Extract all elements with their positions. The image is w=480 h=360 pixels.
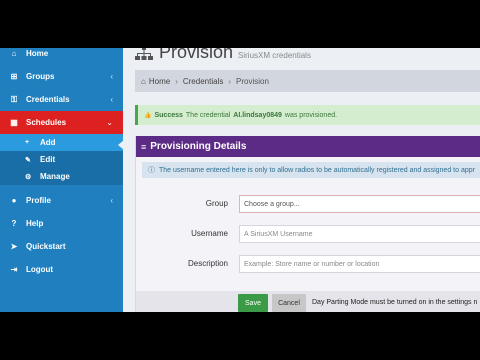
sidebar-item-schedules[interactable]: ▦ Schedules ⌄ xyxy=(0,111,123,134)
app-frame: ⌂ Home ⊞ Groups ‹ ⚿ Credentials ‹ ▦ Sche… xyxy=(0,48,480,312)
username-label: Username xyxy=(191,229,228,238)
sidebar-item-label: Logout xyxy=(26,265,54,274)
sidebar-item-profile[interactable]: ● Profile ‹ xyxy=(0,189,123,212)
chevron-down-icon: ⌄ xyxy=(106,118,113,127)
cogs-icon: ⚙ xyxy=(25,173,32,181)
sidebar-item-label: Credentials xyxy=(26,95,70,104)
chevron-left-icon: ‹ xyxy=(110,196,113,205)
provisioning-panel: ≡ Provisioning Details ⓘ The username en… xyxy=(135,136,480,312)
chevron-left-icon: ‹ xyxy=(110,72,113,81)
sidebar-item-home[interactable]: ⌂ Home xyxy=(0,48,123,65)
sidebar-subitem-edit[interactable]: ✎ Edit xyxy=(0,151,123,168)
key-icon: ⚿ xyxy=(10,94,18,104)
sitemap-icon: ⊞ xyxy=(10,72,18,81)
breadcrumb-credentials[interactable]: Credentials xyxy=(183,77,223,86)
page-title: Provision xyxy=(159,48,234,62)
thumbs-up-icon: 👍 xyxy=(144,112,152,119)
description-input[interactable]: Example: Store name or number or locatio… xyxy=(239,255,480,273)
group-label: Group xyxy=(205,199,228,208)
group-row: Group Choose a group... xyxy=(136,195,480,213)
success-alert: 👍 Success The credential AI.lindsay0849 … xyxy=(135,105,480,125)
paper-plane-icon: ➤ xyxy=(10,242,18,251)
sidebar-item-label: Profile xyxy=(26,196,51,205)
form-footer: Save Cancel Day Parting Mode must be tur… xyxy=(136,291,480,312)
sidebar-subitem-label: Manage xyxy=(40,172,70,181)
main-content: Provision SiriusXM credentials ⌂ Home › … xyxy=(123,48,480,312)
sidebar-item-credentials[interactable]: ⚿ Credentials ‹ xyxy=(0,88,123,111)
cancel-button[interactable]: Cancel xyxy=(272,294,306,312)
calendar-icon: ▦ xyxy=(10,118,18,127)
sidebar: ⌂ Home ⊞ Groups ‹ ⚿ Credentials ‹ ▦ Sche… xyxy=(0,48,124,312)
user-icon: ● xyxy=(11,196,17,205)
question-icon: ? xyxy=(11,219,17,228)
sidebar-item-quickstart[interactable]: ➤ Quickstart xyxy=(0,235,123,258)
username-row: Username A SiriusXM Username xyxy=(136,225,480,243)
description-row: Description Example: Store name or numbe… xyxy=(136,255,480,273)
list-icon: ≡ xyxy=(141,141,147,152)
alert-suffix: was provisioned. xyxy=(284,111,338,119)
day-parting-note: Day Parting Mode must be turned on in th… xyxy=(312,299,478,306)
breadcrumb-separator: › xyxy=(228,76,231,86)
sidebar-item-label: Groups xyxy=(26,72,55,81)
sidebar-subitem-label: Edit xyxy=(40,155,56,164)
sidebar-item-label: Help xyxy=(26,219,44,228)
sidebar-subitem-label: Add xyxy=(40,138,56,147)
home-icon: ⌂ xyxy=(11,49,17,58)
page-header: Provision SiriusXM credentials xyxy=(135,48,311,63)
breadcrumb-separator: › xyxy=(175,76,178,86)
home-icon: ⌂ xyxy=(141,76,146,86)
sidebar-item-logout[interactable]: ⇥ Logout xyxy=(0,258,123,281)
sidebar-subitem-add[interactable]: + Add xyxy=(0,134,124,151)
breadcrumb-home[interactable]: Home xyxy=(149,77,170,86)
panel-header: ≡ Provisioning Details xyxy=(136,136,480,157)
sidebar-item-help[interactable]: ? Help xyxy=(0,212,123,235)
sign-out-icon: ⇥ xyxy=(10,265,18,274)
plus-icon: + xyxy=(25,139,30,146)
info-callout: ⓘ The username entered here is only to a… xyxy=(142,162,480,178)
save-button[interactable]: Save xyxy=(238,294,268,312)
alert-prefix: The credential xyxy=(185,111,231,119)
chevron-left-icon: ‹ xyxy=(110,95,113,104)
sidebar-subitem-manage[interactable]: ⚙ Manage xyxy=(0,168,123,185)
pencil-icon: ✎ xyxy=(25,156,31,164)
breadcrumb-current: Provision xyxy=(236,76,269,86)
sidebar-submenu: + Add ✎ Edit ⚙ Manage xyxy=(0,134,124,185)
sitemap-icon xyxy=(135,48,153,60)
breadcrumb: ⌂ Home › Credentials › Provision xyxy=(135,70,480,92)
info-icon: ⓘ xyxy=(148,167,155,174)
group-select[interactable]: Choose a group... xyxy=(239,195,480,213)
sidebar-item-label: Schedules xyxy=(26,118,67,127)
description-label: Description xyxy=(187,259,228,268)
sidebar-item-groups[interactable]: ⊞ Groups ‹ xyxy=(0,65,123,88)
alert-label: Success xyxy=(154,111,183,119)
alert-credential-name: AI.lindsay0849 xyxy=(233,111,282,119)
info-text: The username entered here is only to all… xyxy=(159,166,475,174)
panel-title: Provisioning Details xyxy=(150,141,247,152)
sidebar-item-label: Quickstart xyxy=(26,242,66,251)
sidebar-item-label: Home xyxy=(26,49,49,58)
page-subtitle: SiriusXM credentials xyxy=(238,51,311,60)
username-input[interactable]: A SiriusXM Username xyxy=(239,225,480,243)
